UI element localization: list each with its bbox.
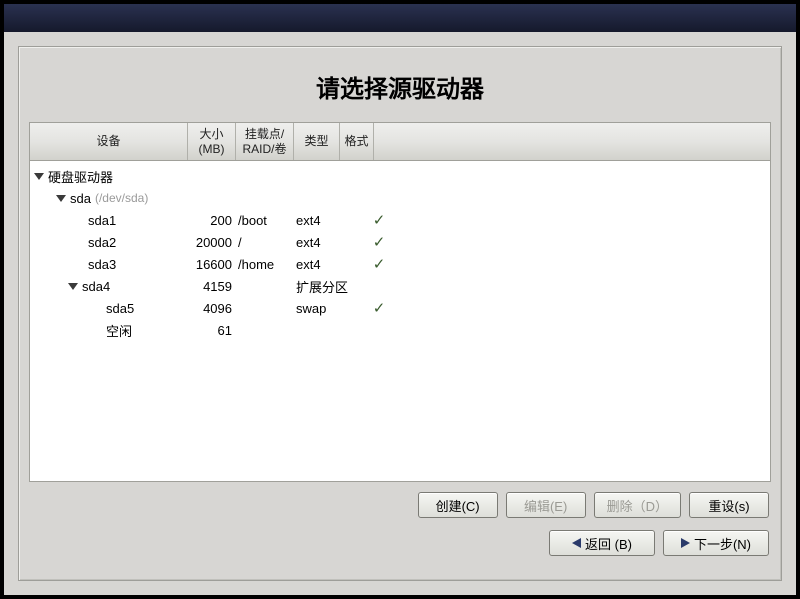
cell-device: sda(/dev/sda) [30, 191, 188, 206]
cell-device: 空闲 [30, 321, 188, 340]
tree-node-hard-drives[interactable]: 硬盘驱动器 [30, 165, 770, 187]
delete-button: 删除（D） [594, 492, 681, 518]
cell-device: sda3 [30, 257, 188, 272]
cell-format: ✓ [362, 233, 396, 251]
action-button-row: 创建(C) 编辑(E) 删除（D） 重设(s) [19, 482, 781, 524]
nav-button-row: 返回 (B) 下一步(N) [19, 524, 781, 562]
tree-node-drive[interactable]: sda(/dev/sda) [30, 187, 770, 209]
table-header-row: 设备 大小 (MB) 挂载点/ RAID/卷 类型 格式 [30, 123, 770, 161]
arrow-right-icon [681, 538, 690, 548]
cell-device: 硬盘驱动器 [30, 167, 188, 186]
edit-button: 编辑(E) [506, 492, 586, 518]
back-button-label: 返回 (B) [585, 534, 632, 553]
window-title-bar [4, 4, 796, 32]
cell-device: sda2 [30, 235, 188, 250]
cell-format: ✓ [362, 255, 396, 273]
cell-type: ext4 [294, 213, 362, 228]
cell-type: ext4 [294, 235, 362, 250]
col-format[interactable]: 格式 [340, 123, 374, 160]
partition-row[interactable]: sda44159 扩展分区 [30, 275, 770, 297]
partition-row[interactable]: sda1200/bootext4✓ [30, 209, 770, 231]
installer-window: 请选择源驱动器 设备 大小 (MB) 挂载点/ RAID/卷 类型 格式 硬盘驱… [4, 4, 796, 595]
chevron-down-icon[interactable] [68, 283, 78, 290]
reset-button[interactable]: 重设(s) [689, 492, 769, 518]
create-button[interactable]: 创建(C) [418, 492, 498, 518]
cell-format: ✓ [362, 211, 396, 229]
next-button[interactable]: 下一步(N) [663, 530, 769, 556]
cell-type: ext4 [294, 257, 362, 272]
col-device[interactable]: 设备 [30, 123, 188, 160]
cell-type: 扩展分区 [294, 277, 362, 296]
cell-type: swap [294, 301, 362, 316]
cell-device: sda1 [30, 213, 188, 228]
arrow-left-icon [572, 538, 581, 548]
partition-row[interactable]: sda54096 swap✓ [30, 297, 770, 319]
cell-size: 16600 [188, 257, 236, 272]
page-title: 请选择源驱动器 [19, 47, 781, 116]
content-area: 请选择源驱动器 设备 大小 (MB) 挂载点/ RAID/卷 类型 格式 硬盘驱… [4, 32, 796, 595]
chevron-down-icon[interactable] [56, 195, 66, 202]
partition-table: 设备 大小 (MB) 挂载点/ RAID/卷 类型 格式 硬盘驱动器 sda(/d… [29, 122, 771, 482]
back-button[interactable]: 返回 (B) [549, 530, 655, 556]
cell-mount: /home [236, 257, 294, 272]
panel: 请选择源驱动器 设备 大小 (MB) 挂载点/ RAID/卷 类型 格式 硬盘驱… [18, 46, 782, 581]
cell-mount: /boot [236, 213, 294, 228]
cell-format: ✓ [362, 299, 396, 317]
cell-device: sda5 [30, 301, 188, 316]
partition-row[interactable]: 空闲61 [30, 319, 770, 341]
cell-size: 20000 [188, 235, 236, 250]
partition-row[interactable]: sda220000/ext4✓ [30, 231, 770, 253]
cell-device: sda4 [30, 279, 188, 294]
chevron-down-icon[interactable] [34, 173, 44, 180]
cell-mount: / [236, 235, 294, 250]
table-body: 硬盘驱动器sda(/dev/sda)sda1200/bootext4✓sda22… [30, 161, 770, 481]
col-mount[interactable]: 挂载点/ RAID/卷 [236, 123, 294, 160]
next-button-label: 下一步(N) [694, 534, 751, 553]
partition-row[interactable]: sda316600/homeext4✓ [30, 253, 770, 275]
cell-size: 61 [188, 323, 236, 338]
col-type[interactable]: 类型 [294, 123, 340, 160]
cell-size: 200 [188, 213, 236, 228]
cell-size: 4096 [188, 301, 236, 316]
col-size[interactable]: 大小 (MB) [188, 123, 236, 160]
cell-size: 4159 [188, 279, 236, 294]
